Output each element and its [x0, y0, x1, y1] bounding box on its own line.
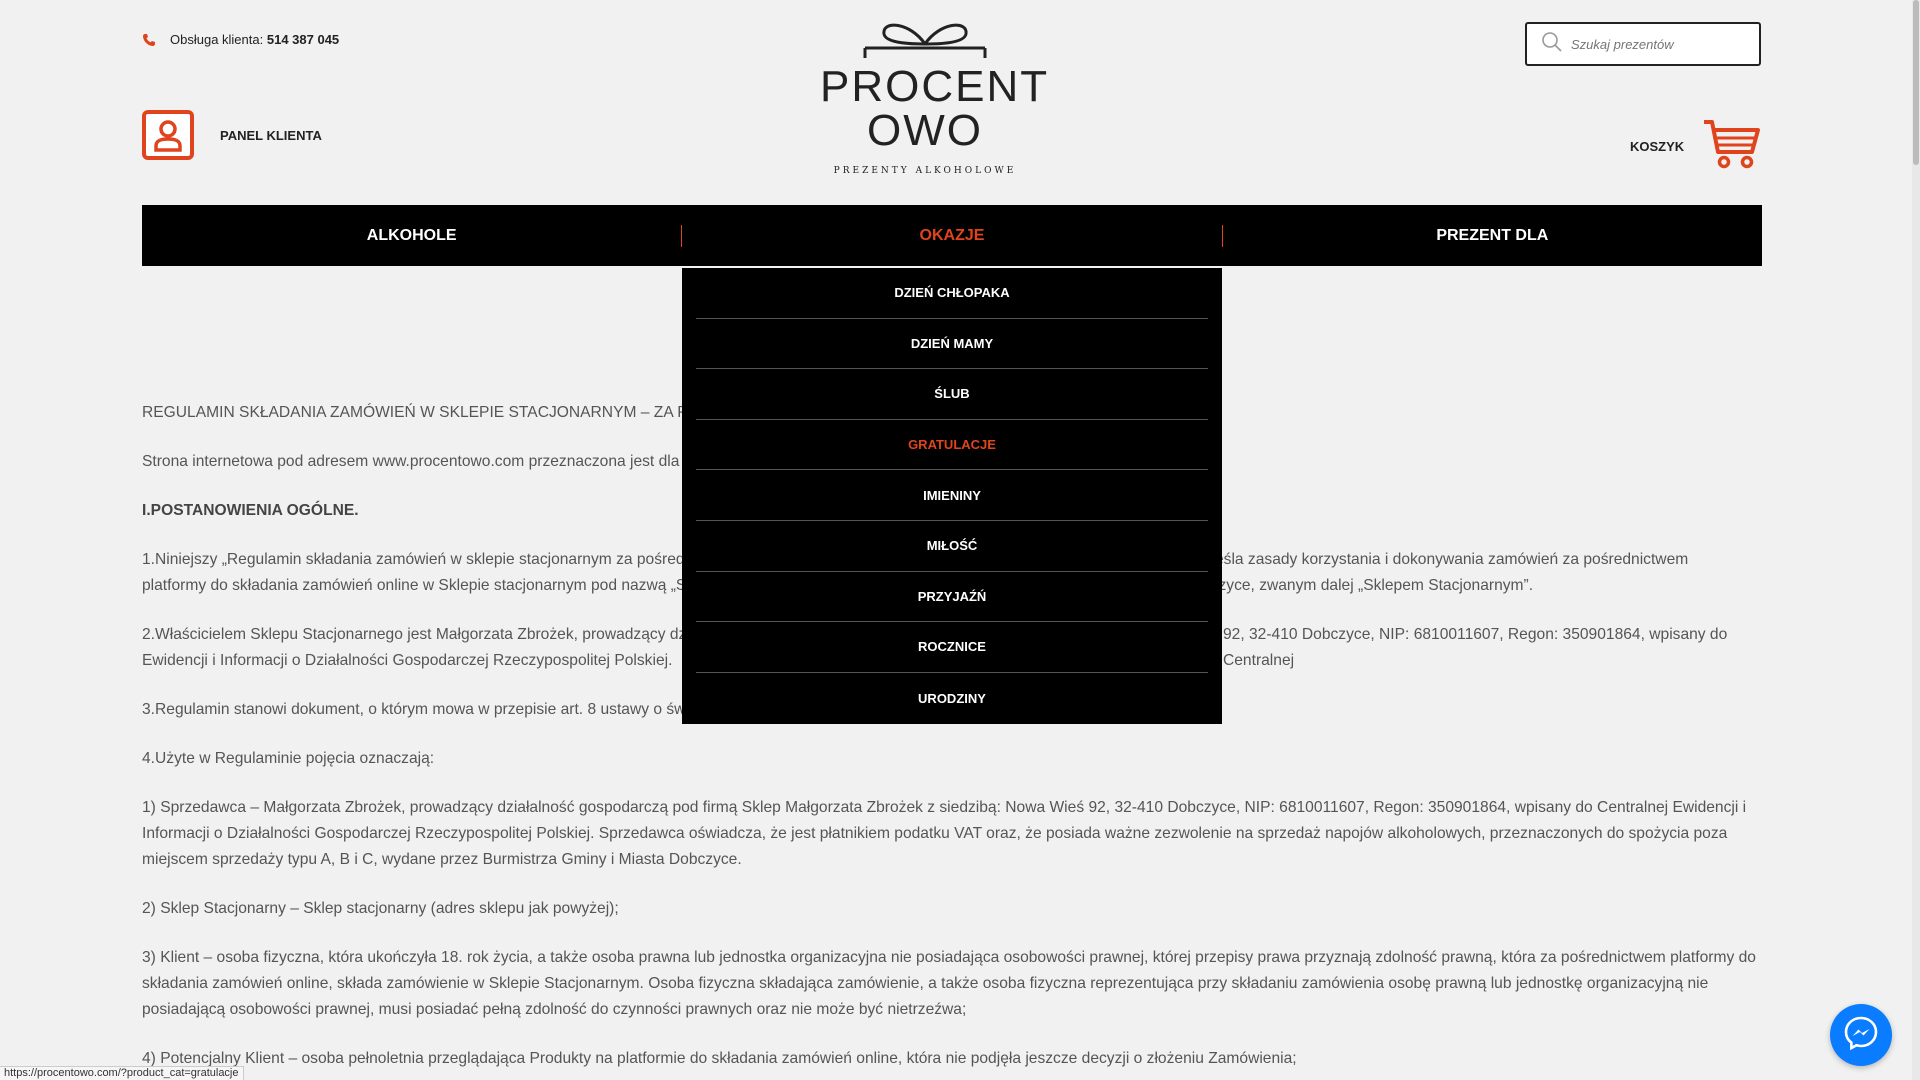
page-scrollbar[interactable] — [1912, 0, 1920, 1080]
customer-panel-label: PANEL KLIENTA — [220, 127, 322, 143]
dropdown-item-przyjazn[interactable]: PRZYJAŹŃ — [696, 572, 1208, 623]
logo-line-2: OWO — [867, 106, 983, 155]
nav-item-okazje[interactable]: OKAZJE — [682, 205, 1221, 266]
search-input[interactable] — [1571, 36, 1751, 52]
main-navigation: ALKOHOLE OKAZJE PREZENT DLA — [142, 205, 1762, 266]
shopping-cart-icon — [1702, 118, 1761, 175]
contact-phone[interactable]: 514 387 045 — [267, 32, 339, 47]
search-box[interactable] — [1525, 22, 1761, 66]
cart-link[interactable]: KOSZYK — [1630, 118, 1761, 175]
search-icon — [1541, 31, 1563, 58]
paragraph: 2) Sklep Stacjonarny – Sklep stacjonarny… — [142, 900, 619, 917]
browser-status-url: https://procentowo.com/?product_cat=grat… — [0, 1066, 244, 1080]
messenger-icon — [1843, 1015, 1879, 1056]
page: Obsługa klienta: 514 387 045 PANEL KLIEN… — [0, 0, 1920, 1080]
cart-label: KOSZYK — [1630, 139, 1685, 154]
dropdown-item-milosc[interactable]: MIŁOŚĆ — [696, 521, 1208, 572]
phone-icon — [142, 33, 156, 47]
nav-item-alkohole[interactable]: ALKOHOLE — [142, 205, 681, 266]
contact-text: Obsługa klienta: 514 387 045 — [170, 32, 340, 47]
dropdown-item-dzien-chlopaka[interactable]: DZIEŃ CHŁOPAKA — [696, 268, 1208, 319]
customer-service-contact: Obsługa klienta: 514 387 045 — [142, 32, 339, 47]
dropdown-item-rocznice[interactable]: ROCZNICE — [696, 622, 1208, 673]
paragraph: 1) Sprzedawca – Małgorzata Zbrożek, prow… — [142, 799, 1747, 868]
paragraph: 4) Potencjalny Klient – osoba pełnoletni… — [142, 1050, 1297, 1067]
site-logo[interactable]: PROCENT OWO PREZENTY ALKOHOLOWE — [820, 12, 1050, 180]
scrollbar-thumb[interactable] — [1913, 0, 1919, 165]
dropdown-item-urodziny[interactable]: URODZINY — [696, 673, 1208, 724]
dropdown-item-slub[interactable]: ŚLUB — [696, 369, 1208, 420]
dropdown-item-imieniny[interactable]: IMIENINY — [696, 470, 1208, 521]
messenger-chat-button[interactable] — [1830, 1004, 1892, 1066]
user-account-icon — [142, 110, 194, 160]
dropdown-item-gratulacje[interactable]: GRATULACJE — [696, 420, 1208, 471]
paragraph: 4.Użyte w Regulaminie pojęcia oznaczają: — [142, 750, 435, 767]
logo-line-1: PROCENT — [820, 62, 1050, 111]
logo-tagline: PREZENTY ALKOHOLOWE — [833, 166, 1017, 176]
customer-panel-link[interactable]: PANEL KLIENTA — [142, 110, 322, 160]
nav-item-prezent-dla[interactable]: PREZENT DLA — [1223, 205, 1762, 266]
okazje-dropdown-menu: DZIEŃ CHŁOPAKA DZIEŃ MAMY ŚLUB GRATULACJ… — [682, 268, 1222, 724]
paragraph: 3) Klient – osoba fizyczna, która ukończ… — [142, 949, 1756, 1018]
dropdown-item-dzien-mamy[interactable]: DZIEŃ MAMY — [696, 319, 1208, 370]
